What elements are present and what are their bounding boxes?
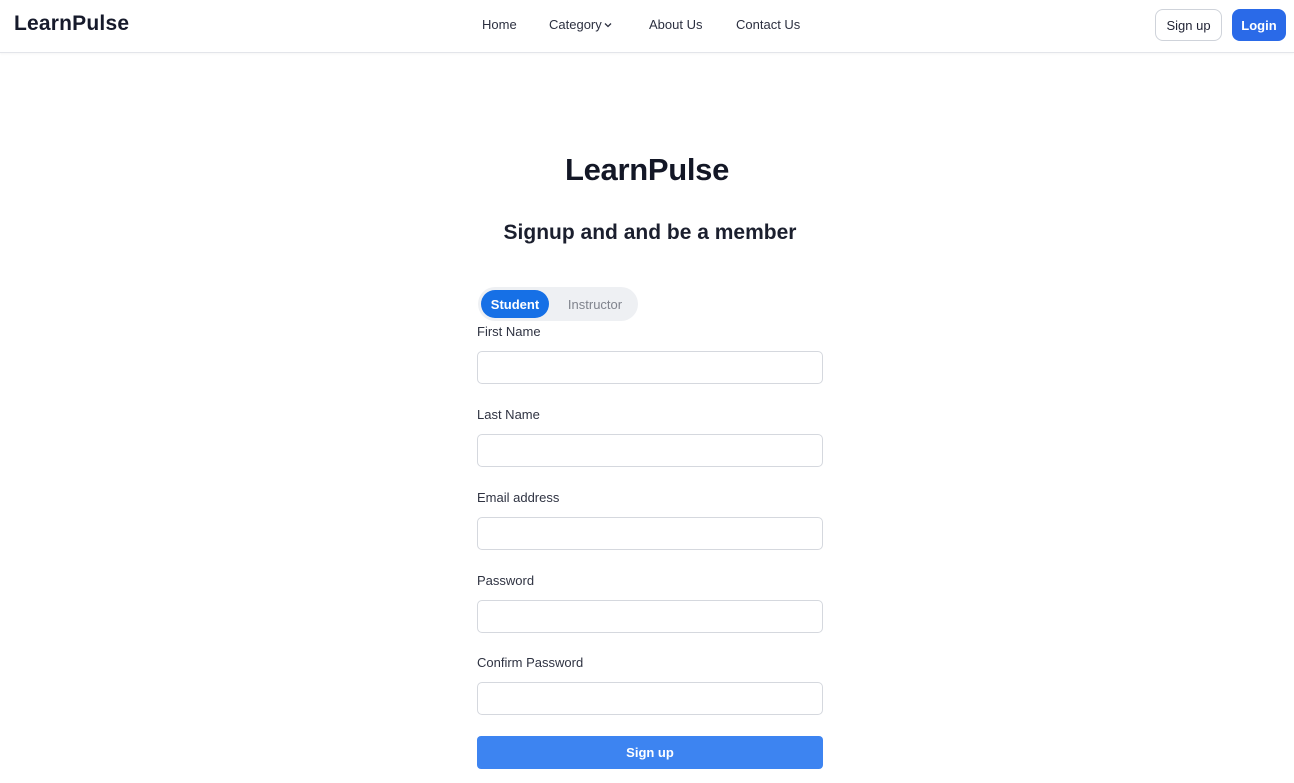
nav-link-about[interactable]: About Us — [649, 17, 702, 32]
nav-link-contact[interactable]: Contact Us — [736, 17, 800, 32]
role-toggle: Student Instructor — [478, 287, 638, 321]
role-instructor-tab[interactable]: Instructor — [558, 290, 632, 318]
password-field[interactable] — [477, 600, 823, 633]
email-field[interactable] — [477, 517, 823, 550]
top-navbar: LearnPulse Home Category About Us Contac… — [0, 0, 1294, 53]
form-logo: LearnPulse — [564, 152, 730, 187]
login-button[interactable]: Login — [1232, 9, 1286, 41]
chevron-down-icon — [604, 22, 612, 27]
first-name-field[interactable] — [477, 351, 823, 384]
email-label: Email address — [477, 490, 560, 505]
confirm-password-label: Confirm Password — [477, 655, 584, 670]
brand-logo[interactable]: LearnPulse — [14, 12, 129, 36]
last-name-label: Last Name — [477, 407, 540, 422]
signup-button[interactable]: Sign up — [1155, 9, 1222, 41]
first-name-label: First Name — [477, 324, 541, 339]
last-name-field[interactable] — [477, 434, 823, 467]
submit-signup-button[interactable]: Sign up — [477, 736, 823, 769]
nav-link-category-label: Category — [549, 17, 602, 32]
confirm-password-field[interactable] — [477, 682, 823, 715]
role-student-tab[interactable]: Student — [481, 290, 549, 318]
nav-link-category[interactable]: Category — [549, 17, 612, 32]
password-label: Password — [477, 573, 535, 588]
nav-link-home[interactable]: Home — [482, 17, 517, 32]
page-title: Signup and and be a member — [503, 221, 797, 244]
